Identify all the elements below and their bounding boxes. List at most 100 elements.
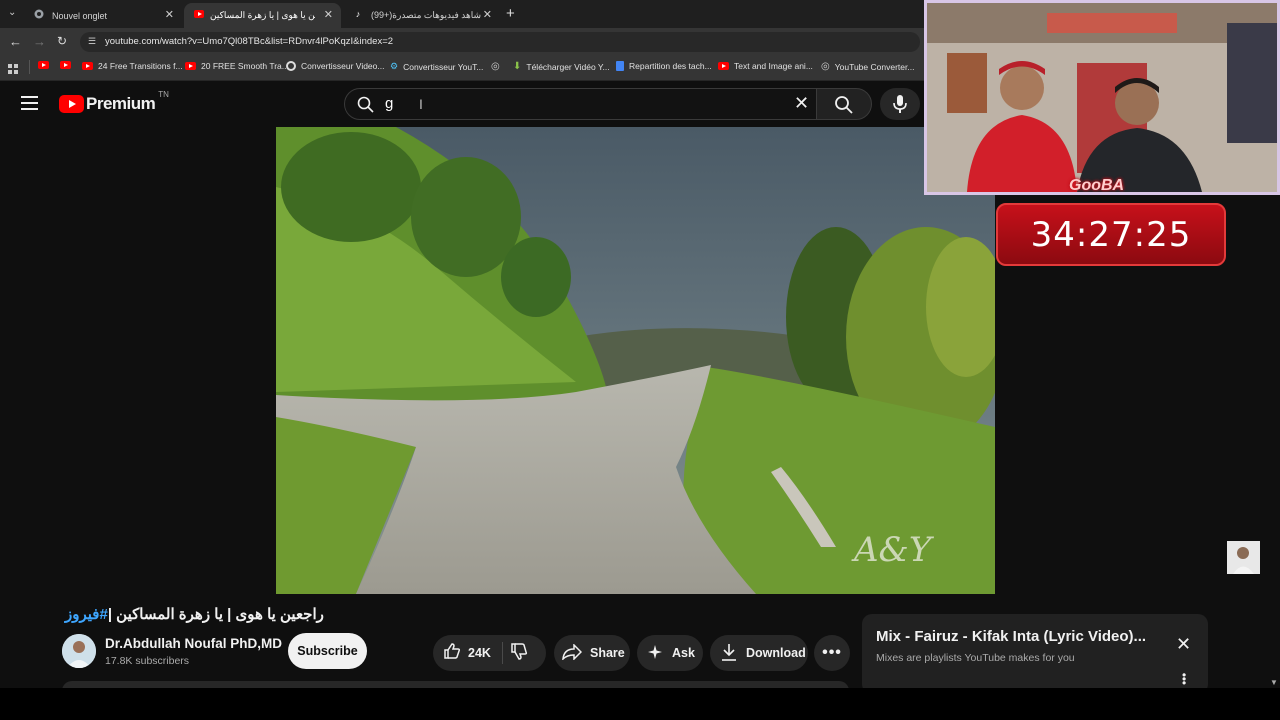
tab-label: راجعين يا هوى | يا زهرة المساكين (210, 10, 315, 20)
bookmark-item[interactable]: 24 Free Transitions f... (82, 61, 183, 71)
mix-title[interactable]: Mix - Fairuz - Kifak Inta (Lyric Video).… (876, 628, 1146, 645)
like-count: 24K (468, 646, 491, 660)
url-text[interactable]: youtube.com/watch?v=Umo7Ql08TBc&list=RDn… (105, 36, 393, 47)
video-frame-landscape (276, 127, 995, 594)
back-arrow-icon[interactable]: ← (9, 34, 22, 49)
stream-logo: GooBA (1069, 177, 1125, 194)
share-arrow-icon (562, 642, 583, 663)
subscribe-label: Subscribe (297, 644, 358, 658)
youtube-icon (718, 62, 729, 70)
thumbs-down-icon (510, 643, 528, 666)
page-bottom-band (0, 688, 1280, 720)
webcam-overlay: GooBA (924, 0, 1280, 195)
logo-region-code: TN (158, 90, 169, 99)
globe-icon: ◎ (491, 61, 500, 72)
download-arrow-icon: ⬇ (513, 61, 522, 72)
download-label: Download (746, 646, 806, 660)
tab-search-chevron-icon[interactable]: ⌄ (8, 7, 16, 18)
logo-premium-text: Premium (86, 94, 156, 113)
webcam-feed-image (927, 3, 1277, 192)
bookmark-label: 24 Free Transitions f... (98, 61, 183, 71)
bookmark-label: Convertisseur YouT... (403, 61, 484, 72)
bookmark-item[interactable]: ⚙ Convertisseur YouT... (390, 61, 483, 72)
tiktok-icon: ♪ (355, 9, 361, 19)
mix-subtitle: Mixes are playlists YouTube makes for yo… (876, 652, 1075, 664)
reload-icon[interactable]: ↻ (57, 34, 67, 48)
more-horizontal-icon: ••• (822, 644, 842, 661)
bookmark-item[interactable]: Repartition des tach... (616, 61, 712, 71)
dislike-button[interactable] (510, 642, 528, 667)
video-watermark: A&Y (854, 530, 932, 570)
bookmark-label: Repartition des tach... (629, 61, 712, 71)
bookmark-item[interactable]: ◎ (491, 61, 500, 72)
youtube-icon (38, 61, 49, 69)
search-box[interactable] (344, 88, 817, 120)
new-tab-plus-icon[interactable]: + (506, 5, 515, 22)
hashtag-link[interactable]: #فيروز (65, 606, 108, 623)
miniplayer-thumbnail[interactable] (1227, 541, 1260, 574)
youtube-icon (194, 9, 204, 19)
tab-label: (99+)شاهد فيديوهات متصدرة | (371, 10, 481, 20)
subscribe-button[interactable]: Subscribe (288, 633, 367, 669)
scroll-down-arrow-icon[interactable]: ▼ (1270, 678, 1278, 687)
bookmark-item[interactable]: 20 FREE Smooth Tra... (185, 61, 289, 71)
search-input[interactable]: g (385, 95, 393, 112)
bookmark-item-youtube-1[interactable] (38, 61, 49, 69)
youtube-icon (82, 62, 93, 70)
browser-tab-new-tab[interactable]: Nouvel onglet ✕ (24, 3, 182, 28)
youtube-icon (60, 61, 71, 69)
close-tab-icon[interactable]: ✕ (165, 8, 174, 21)
ask-label: Ask (672, 646, 695, 660)
microphone-icon (893, 95, 907, 118)
video-title: راجعين يا هوى | يا زهرة المساكين |#فيروز (65, 605, 324, 623)
bookmark-item[interactable]: Text and Image ani... (718, 61, 813, 71)
tab-label: Nouvel onglet (52, 10, 108, 21)
like-button[interactable]: 24K (433, 635, 499, 671)
apps-grid-icon[interactable] (8, 61, 18, 79)
search-icon (834, 95, 853, 119)
share-button[interactable]: Share (554, 635, 630, 671)
converter-icon: ⚙ (390, 61, 399, 71)
bookmark-item[interactable]: Convertisseur Video... (286, 61, 384, 71)
stream-timer: 34:27:25 (996, 203, 1226, 266)
docs-icon (616, 61, 624, 71)
bookmark-label: Convertisseur Video... (301, 61, 385, 71)
bookmark-divider (29, 60, 30, 74)
text-cursor-icon: I (419, 96, 423, 112)
ask-button[interactable]: Ask (637, 635, 703, 671)
bookmark-item[interactable]: ◎ YouTube Converter... (821, 61, 914, 72)
download-icon (721, 643, 737, 664)
channel-name[interactable]: Dr.Abdullah Noufal PhD,MD (105, 636, 282, 651)
like-dislike-divider (502, 642, 503, 664)
close-tab-icon[interactable]: ✕ (324, 8, 333, 21)
bookmark-label: 20 FREE Smooth Tra... (201, 61, 289, 71)
forward-arrow-icon[interactable]: → (33, 34, 46, 49)
bookmark-item[interactable]: ⬇ Télécharger Vidéo Y... (513, 61, 610, 72)
bookmark-item-youtube-2[interactable] (60, 61, 71, 69)
close-tab-icon[interactable]: ✕ (483, 8, 492, 21)
youtube-icon (185, 62, 196, 70)
clear-search-icon[interactable]: ✕ (794, 93, 809, 114)
video-title-text: راجعين يا هوى | يا زهرة المساكين | (107, 606, 324, 623)
chrome-icon (34, 9, 44, 19)
search-icon (357, 96, 374, 118)
sparkle-icon (648, 644, 662, 662)
youtube-play-icon (59, 95, 84, 113)
mix-more-vertical-icon[interactable]: • • • (1182, 669, 1186, 689)
browser-tab-youtube-video[interactable]: راجعين يا هوى | يا زهرة المساكين ✕ (184, 3, 341, 28)
more-actions-button[interactable]: ••• (814, 635, 850, 671)
download-button[interactable]: Download (710, 635, 808, 671)
close-mix-icon[interactable]: ✕ (1176, 634, 1191, 655)
bookmark-label: Text and Image ani... (734, 61, 813, 71)
guide-menu-icon[interactable] (21, 96, 38, 115)
subscriber-count: 17.8K subscribers (105, 655, 190, 667)
channel-avatar[interactable] (62, 634, 96, 668)
thumbs-up-icon (443, 642, 461, 665)
youtube-logo[interactable]: Premium TN (59, 90, 169, 114)
video-player[interactable]: A&Y (276, 127, 995, 594)
globe-icon: ◎ (821, 61, 830, 72)
site-info-icon[interactable]: ☰ (88, 36, 96, 47)
bookmark-label: Télécharger Vidéo Y... (526, 61, 610, 72)
bookmark-label: YouTube Converter... (834, 61, 915, 72)
browser-tab-tiktok[interactable]: ♪ (99+)شاهد فيديوهات متصدرة | ✕ (343, 3, 500, 28)
